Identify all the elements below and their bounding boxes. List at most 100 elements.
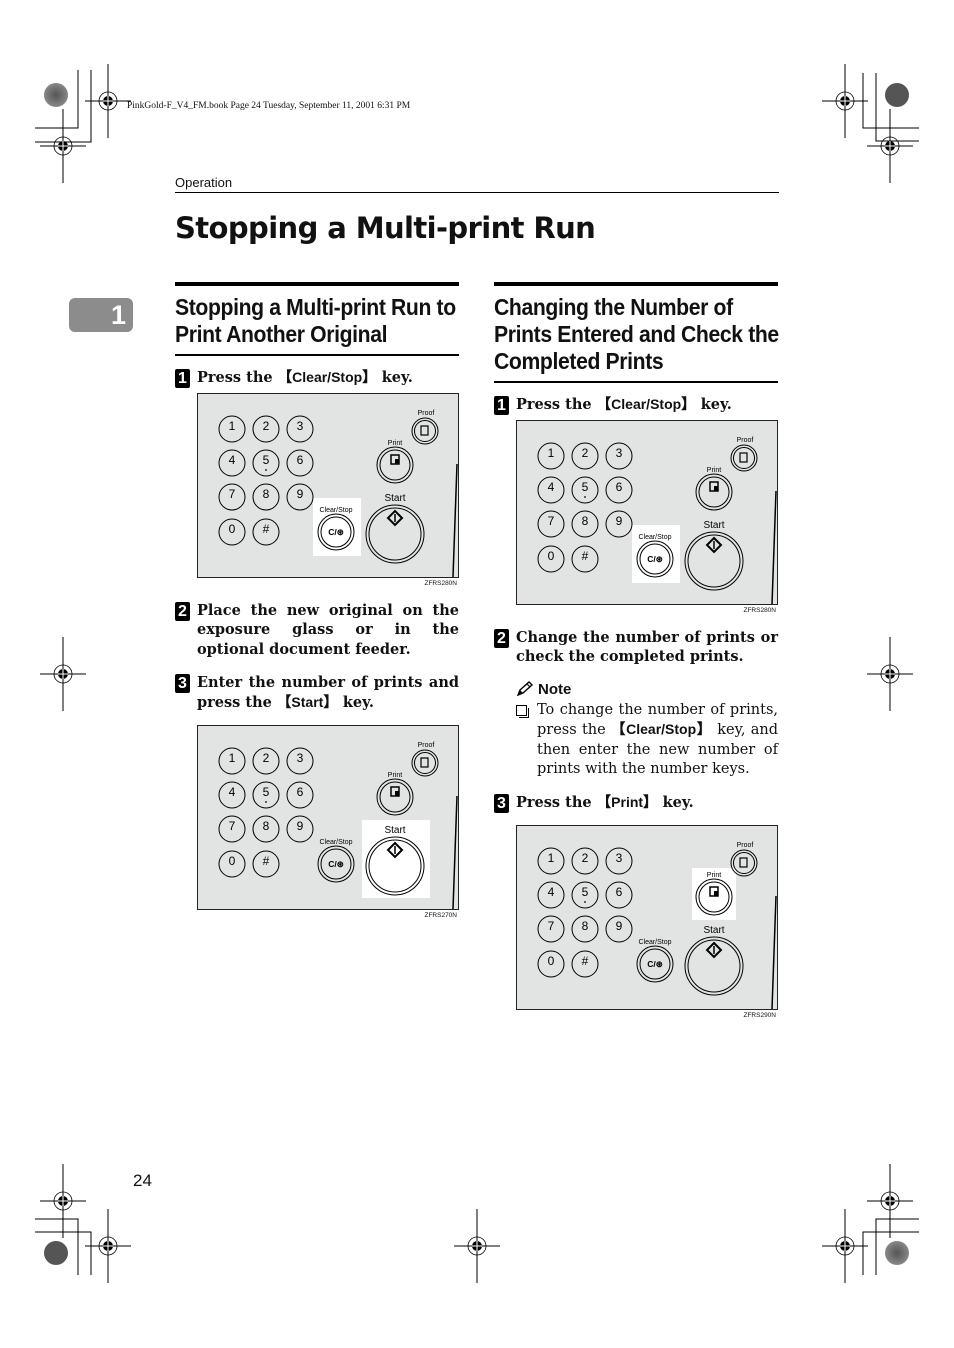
number-key-0[interactable]: 0 [218,850,246,878]
number-key-#[interactable]: # [571,545,599,572]
number-key-2[interactable]: 2 [571,442,599,469]
number-key-3[interactable]: 3 [286,415,314,442]
start-key[interactable]: Start [684,520,744,590]
number-key-4[interactable]: 4 [218,449,246,476]
number-key-2[interactable]: 2 [252,415,280,442]
key-label: 6 [297,785,304,799]
start-label: Start [384,493,405,504]
note-heading: Note [516,681,778,698]
number-key-8[interactable]: 8 [252,483,280,510]
number-key-4[interactable]: 4 [537,476,565,503]
key-label: 5 [263,785,270,799]
clear-stop-label: Clear/Stop [319,507,352,514]
key-label: # [263,854,270,868]
number-key-0[interactable]: 0 [218,518,246,545]
start-key[interactable]: Start [684,925,744,996]
clear-stop-label: Clear/Stop [319,839,352,846]
number-key-2[interactable]: 2 [571,847,599,875]
number-key-7[interactable]: 7 [537,510,565,537]
step-3: 3 Press the 【Print】 key. [494,793,778,814]
proof-key[interactable]: Proof [411,410,439,444]
number-key-8[interactable]: 8 [571,510,599,537]
number-key-4[interactable]: 4 [218,781,246,809]
number-key-#[interactable]: # [571,950,599,978]
number-key-9[interactable]: 9 [605,915,633,943]
checkbox-bullet-icon [516,704,529,718]
number-key-3[interactable]: 3 [605,442,633,469]
key-label: 1 [229,751,236,765]
number-key-8[interactable]: 8 [571,915,599,943]
key-label: 4 [229,453,236,467]
number-key-9[interactable]: 9 [286,815,314,843]
step-text: Press the [197,369,278,386]
number-key-5[interactable]: 5 [571,476,599,503]
clear-stop-key[interactable]: Clear/Stop C/⊛ [636,939,674,983]
step-number: 3 [175,674,190,693]
key-bracket-open: 【 [596,397,612,413]
number-key-1[interactable]: 1 [218,415,246,442]
step-number: 3 [494,793,509,813]
section-right: Changing the Number of Prints Entered an… [494,282,779,1019]
number-key-9[interactable]: 9 [605,510,633,537]
section-title-line: Completed Prints [494,348,664,374]
number-key-6[interactable]: 6 [605,881,633,909]
control-panel-svg: 1 2 3 4 5 6 7 8 9 0 # Proof Print Clear/Stop C/⊛ Start [218,742,458,909]
number-key-5[interactable]: 5 [252,781,280,809]
section-left: Stopping a Multi-print Run to Print Anot… [175,282,459,919]
registration-disc-icon [44,1241,68,1265]
step-1: 1 Press the 【Clear/Stop】 key. [175,368,459,389]
number-key-5[interactable]: 5 [571,881,599,909]
key-bracket-close: 】 [362,370,377,386]
print-label: Print [388,440,402,447]
registration-disc-icon [885,1241,909,1265]
number-key-8[interactable]: 8 [252,815,280,843]
key-label: 0 [548,549,555,563]
number-key-1[interactable]: 1 [218,747,246,775]
step-text: Press the [516,396,597,413]
number-key-0[interactable]: 0 [537,545,565,572]
number-key-6[interactable]: 6 [286,449,314,476]
clear-stop-key[interactable]: Clear/Stop C/⊛ [317,839,355,883]
control-panel-svg: 1 2 3 4 5 6 7 8 9 0 # Proof Print Clear/Stop C/⊛ Start [537,437,777,604]
number-key-5[interactable]: 5 [252,449,280,476]
number-key-#[interactable]: # [252,850,280,878]
number-key-7[interactable]: 7 [218,815,246,843]
number-key-6[interactable]: 6 [286,781,314,809]
print-key[interactable]: Print [695,467,733,510]
number-key-2[interactable]: 2 [252,747,280,775]
number-key-1[interactable]: 1 [537,442,565,469]
print-key[interactable]: Print [376,772,414,816]
number-key-0[interactable]: 0 [537,950,565,978]
number-key-7[interactable]: 7 [537,915,565,943]
control-panel-figure: 1 2 3 4 5 6 7 8 9 0 # Proof Print Clear/Stop C/⊛ Start … [516,419,778,614]
number-key-3[interactable]: 3 [605,847,633,875]
registration-mark-icon [39,108,87,184]
step-number: 1 [494,396,509,415]
proof-label: Proof [418,742,435,749]
start-key[interactable]: Start [365,493,425,563]
number-key-1[interactable]: 1 [537,847,565,875]
number-key-7[interactable]: 7 [218,483,246,510]
key-label: 7 [229,487,236,501]
key-label: 4 [548,885,555,899]
key-label: 4 [229,785,236,799]
clear-stop-key-text: C/⊛ [647,959,663,969]
proof-key[interactable]: Proof [411,742,439,777]
key-label: 8 [263,819,270,833]
control-panel-illustration: 1 2 3 4 5 6 7 8 9 0 # Proof Print Clear/Stop C/⊛ Start [197,392,459,578]
key-bracket-open: 【 [276,694,292,711]
print-key[interactable]: Print [376,440,414,483]
key-label: # [582,954,589,968]
number-key-9[interactable]: 9 [286,483,314,510]
print-label: Print [388,772,402,779]
key-label: 2 [582,446,589,460]
number-key-#[interactable]: # [252,518,280,545]
print-label: Print [707,467,721,474]
key-label: 7 [229,819,236,833]
number-key-6[interactable]: 6 [605,476,633,503]
number-key-3[interactable]: 3 [286,747,314,775]
number-key-4[interactable]: 4 [537,881,565,909]
key-label: 6 [297,453,304,467]
step-text: key. [376,369,413,386]
proof-key[interactable]: Proof [730,437,758,471]
